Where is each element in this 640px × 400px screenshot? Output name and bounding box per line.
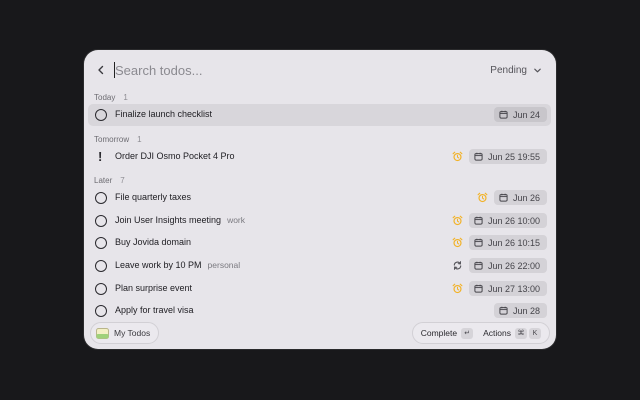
todo-title: Finalize launch checklist	[115, 109, 212, 119]
reminder-indicator	[451, 282, 463, 294]
todo-title-text: Plan surprise event	[115, 283, 193, 293]
todo-panel: Pending Today 1 Tomorrow 1 Later 7 Final…	[84, 50, 556, 349]
todo-title-text: Join User Insights meeting	[115, 215, 222, 225]
due-date-text: Jun 26 10:15	[487, 237, 540, 248]
alarm-clock-icon	[452, 215, 462, 225]
todo-row[interactable]: ! Order DJI Osmo Pocket 4 Pro Jun 25 19:55	[88, 146, 551, 168]
due-date-text: Jun 24	[512, 109, 540, 120]
due-date-badge[interactable]: Jun 28	[493, 303, 547, 318]
status-filter-dropdown[interactable]: Pending	[490, 62, 542, 78]
actions-label: Actions	[483, 328, 511, 338]
calendar-icon	[499, 193, 508, 202]
todo-title: Plan surprise event	[115, 283, 192, 293]
section-count: 1	[137, 134, 142, 144]
due-date-badge[interactable]: Jun 26 10:15	[468, 235, 547, 250]
todo-row[interactable]: Finalize launch checklist Jun 24	[88, 104, 551, 126]
calendar-icon	[474, 216, 483, 225]
complete-checkbox[interactable]	[95, 237, 107, 249]
reminder-indicator	[451, 214, 463, 226]
complete-checkbox[interactable]	[95, 192, 107, 204]
list-name: My Todos	[114, 328, 151, 338]
search-input[interactable]	[115, 60, 415, 80]
complete-button[interactable]: Complete ↵	[420, 327, 474, 339]
due-date-text: Jun 26	[512, 192, 540, 203]
command-key-hint: ⌘	[515, 327, 527, 339]
due-date-badge[interactable]: Jun 26	[493, 190, 547, 205]
section-header-today: Today 1	[94, 91, 128, 103]
enter-key-hint: ↵	[461, 327, 474, 339]
due-date-badge[interactable]: Jun 25 19:55	[468, 149, 547, 164]
calendar-icon	[499, 306, 508, 315]
back-button[interactable]	[92, 61, 110, 79]
complete-checkbox[interactable]	[95, 109, 107, 121]
section-count: 1	[123, 92, 128, 102]
todo-title: Buy Jovida domain	[115, 237, 191, 247]
complete-checkbox[interactable]	[95, 260, 107, 272]
section-label: Later	[94, 175, 113, 185]
section-label: Tomorrow	[94, 134, 130, 144]
todo-title-text: Leave work by 10 PM	[115, 260, 202, 270]
complete-checkbox[interactable]	[95, 305, 107, 317]
chevron-down-icon	[534, 68, 541, 72]
calendar-icon	[474, 238, 483, 247]
todo-row[interactable]: Join User Insights meeting work Jun 26 10:…	[88, 210, 551, 232]
todo-title: Order DJI Osmo Pocket 4 Pro	[115, 151, 235, 161]
repeat-indicator	[451, 259, 463, 271]
due-date-badge[interactable]: Jun 27 13:00	[468, 281, 547, 296]
todo-title: File quarterly taxes	[115, 192, 191, 202]
priority-icon: !	[98, 149, 103, 164]
due-date-text: Jun 26 22:00	[487, 260, 540, 271]
todo-title-text: File quarterly taxes	[115, 192, 192, 202]
todo-tag: personal	[207, 260, 241, 270]
calendar-icon	[474, 284, 483, 293]
calendar-icon	[499, 110, 508, 119]
due-date-badge[interactable]: Jun 26 10:00	[468, 213, 547, 228]
due-date-text: Jun 26 10:00	[487, 215, 540, 226]
todo-row[interactable]: Apply for travel visa Jun 28	[88, 300, 551, 322]
alarm-clock-icon	[452, 283, 462, 293]
todo-title-text: Apply for travel visa	[115, 305, 194, 315]
todo-row[interactable]: Plan surprise event Jun 27 13:00	[88, 278, 551, 300]
repeat-icon	[453, 260, 461, 270]
todo-row[interactable]: Leave work by 10 PM personal Jun 26 22:00	[88, 255, 551, 277]
k-key-hint: K	[529, 327, 541, 339]
chevron-left-icon	[98, 65, 104, 75]
status-filter-label: Pending	[490, 64, 527, 76]
alarm-clock-icon	[452, 151, 462, 161]
due-date-badge[interactable]: Jun 24	[493, 107, 547, 122]
todo-row[interactable]: Buy Jovida domain Jun 26 10:15	[88, 232, 551, 254]
section-label: Today	[94, 92, 116, 102]
footer-bar: My Todos Complete ↵ Actions ⌘ K	[84, 320, 556, 349]
alarm-clock-icon	[452, 237, 462, 247]
action-bar: Complete ↵ Actions ⌘ K	[411, 322, 550, 344]
todo-title-text: Finalize launch checklist	[115, 109, 213, 119]
calendar-icon	[474, 261, 483, 270]
complete-checkbox[interactable]	[95, 215, 107, 227]
section-header-later: Later 7	[94, 174, 125, 186]
complete-label: Complete	[420, 328, 458, 338]
reminder-indicator	[451, 236, 463, 248]
search-bar: Pending	[84, 50, 556, 90]
todo-title-text: Buy Jovida domain	[115, 237, 192, 247]
due-date-text: Jun 28	[512, 305, 540, 316]
actions-button[interactable]: Actions ⌘ K	[483, 327, 541, 339]
due-date-text: Jun 27 13:00	[487, 283, 540, 294]
section-header-tomorrow: Tomorrow 1	[94, 133, 142, 145]
todo-title: Leave work by 10 PM personal	[115, 260, 240, 270]
todo-title-text: Order DJI Osmo Pocket 4 Pro	[115, 151, 235, 161]
complete-checkbox[interactable]	[95, 283, 107, 295]
todo-title: Join User Insights meeting work	[115, 215, 245, 225]
todo-title: Apply for travel visa	[115, 305, 194, 315]
todo-tag: work	[227, 215, 246, 225]
due-date-text: Jun 25 19:55	[487, 151, 540, 162]
due-date-badge[interactable]: Jun 26 22:00	[468, 258, 547, 273]
todo-row[interactable]: File quarterly taxes Jun 26	[88, 187, 551, 209]
alarm-clock-icon	[477, 192, 487, 202]
section-count: 7	[120, 175, 125, 185]
reminder-indicator	[476, 191, 488, 203]
list-switcher-button[interactable]: My Todos	[90, 322, 160, 344]
calendar-icon	[474, 152, 483, 161]
list-icon	[96, 327, 109, 339]
reminder-indicator	[451, 150, 463, 162]
